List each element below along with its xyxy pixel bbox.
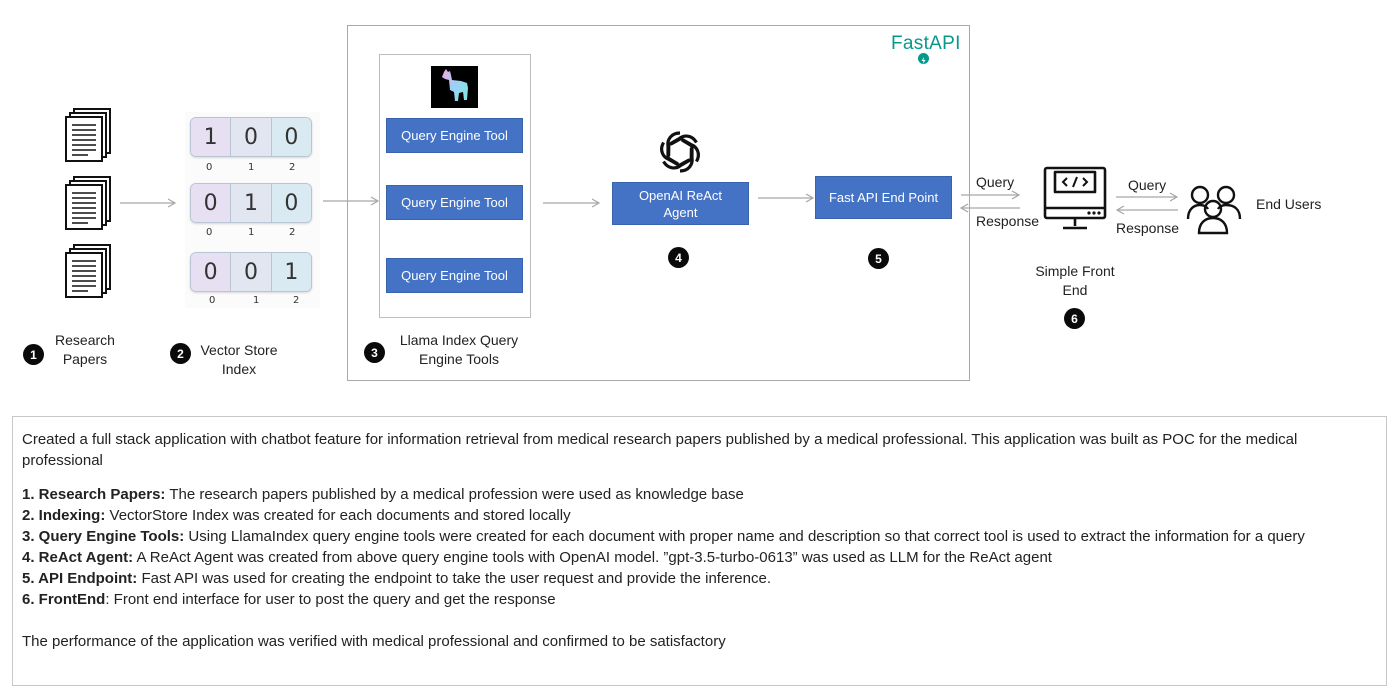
step-badge-3: 3 (364, 342, 385, 363)
query-engine-tool: Query Engine Tool (386, 118, 523, 153)
llama-logo-icon (431, 66, 478, 108)
conclusion-text: The performance of the application was v… (22, 633, 726, 650)
description-item: 3. Query Engine Tools: Using LlamaIndex … (22, 526, 1377, 547)
vector-cell: 0 (231, 118, 272, 156)
item-text: A ReAct Agent was created from above que… (133, 549, 1052, 566)
description-item: 5. API Endpoint: Fast API was used for c… (22, 568, 1377, 589)
llama-index-label: Llama Index Query Engine Tools (399, 332, 519, 367)
computer-code-icon (1043, 166, 1107, 230)
item-text: The research papers published by a medic… (165, 486, 744, 503)
description-panel: Created a full stack application with ch… (12, 416, 1387, 686)
openai-logo-icon (660, 131, 700, 173)
vector-store-label: Vector Store Index (200, 342, 278, 377)
vector-index: 0 (206, 162, 213, 173)
front-end-label: Simple Front End (1035, 263, 1115, 298)
vector-cell: 0 (271, 118, 311, 156)
item-title: 3. Query Engine Tools: (22, 528, 185, 545)
users-icon (1186, 185, 1242, 235)
vector-index: 2 (289, 162, 296, 173)
item-text: Fast API was used for creating the endpo… (137, 570, 772, 587)
item-title: 5. API Endpoint: (22, 570, 138, 587)
item-title: 6. FrontEnd (22, 591, 106, 608)
vector-index: 0 (209, 295, 216, 306)
vector-index: 1 (253, 295, 260, 306)
description-item: 6. FrontEnd: Front end interface for use… (22, 589, 1377, 610)
item-title: 4. ReAct Agent: (22, 549, 134, 566)
vector-index: 1 (248, 227, 255, 238)
step-badge-4: 4 (668, 247, 689, 268)
description-item: 1. Research Papers: The research papers … (22, 484, 1377, 505)
step-badge-5: 5 (868, 248, 889, 269)
vector-row: 0 1 0 (190, 183, 312, 223)
step-badge-1: 1 (23, 344, 44, 365)
fast-api-endpoint: Fast API End Point (815, 176, 952, 219)
item-text: : Front end interface for user to post t… (105, 591, 556, 608)
research-papers-label: Research Papers (55, 332, 115, 367)
end-users-label: End Users (1256, 196, 1322, 212)
openai-react-agent: OpenAI ReAct Agent (612, 182, 749, 225)
vector-row: 0 0 1 (190, 252, 312, 292)
vector-index: 0 (206, 227, 213, 238)
response-label: Response (1116, 220, 1180, 236)
step-badge-2: 2 (170, 343, 191, 364)
vector-cell: 0 (191, 184, 232, 222)
description-item: 2. Indexing: VectorStore Index was creat… (22, 505, 1377, 526)
vector-cell: 0 (271, 184, 311, 222)
query-engine-tool: Query Engine Tool (386, 258, 523, 293)
item-text: VectorStore Index was created for each d… (105, 507, 571, 524)
query-engine-tool: Query Engine Tool (386, 185, 523, 220)
query-label: Query (976, 174, 1015, 190)
vector-index: 1 (248, 162, 255, 173)
vector-cell: 0 (191, 253, 232, 291)
vector-cell: 1 (271, 253, 311, 291)
description-item: 4. ReAct Agent: A ReAct Agent was create… (22, 547, 1377, 568)
item-text: Using LlamaIndex query engine tools were… (184, 528, 1305, 545)
vector-row: 1 0 0 (190, 117, 312, 157)
vector-index: 2 (289, 227, 296, 238)
item-title: 1. Research Papers: (22, 486, 166, 503)
query-label: Query (1128, 177, 1167, 193)
item-title: 2. Indexing: (22, 507, 106, 524)
vector-cell: 0 (231, 253, 272, 291)
vector-cell: 1 (231, 184, 272, 222)
vector-index: 2 (293, 295, 300, 306)
step-badge-6: 6 (1064, 308, 1085, 329)
vector-cell: 1 (191, 118, 232, 156)
response-label: Response (976, 213, 1040, 229)
intro-text: Created a full stack application with ch… (22, 431, 1298, 469)
